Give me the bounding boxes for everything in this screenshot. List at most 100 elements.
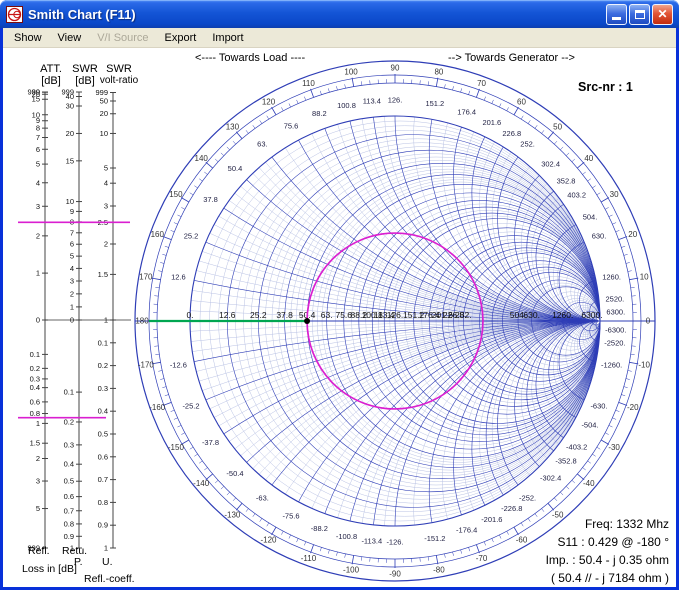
app-icon[interactable] — [6, 5, 23, 23]
svg-text:6300.: 6300. — [606, 308, 625, 317]
svg-text:3: 3 — [36, 477, 40, 486]
svg-text:0.1: 0.1 — [30, 350, 40, 359]
svg-text:5: 5 — [36, 504, 40, 513]
titlebar[interactable]: Smith Chart (F11) ✕ — [0, 0, 679, 28]
svg-text:7: 7 — [36, 133, 40, 142]
svg-text:12.6: 12.6 — [171, 273, 186, 282]
svg-text:6: 6 — [36, 145, 40, 154]
svg-text:1.5: 1.5 — [98, 270, 108, 279]
svg-text:0.4: 0.4 — [64, 460, 74, 469]
svg-text:0.5: 0.5 — [98, 430, 108, 439]
minimize-button[interactable] — [606, 3, 627, 25]
svg-text:2: 2 — [36, 454, 40, 463]
svg-text:3: 3 — [70, 277, 74, 286]
svg-text:-170: -170 — [138, 360, 155, 369]
svg-text:-20: -20 — [627, 403, 639, 412]
svg-text:30: 30 — [610, 190, 619, 199]
svg-text:151.2: 151.2 — [425, 99, 444, 108]
close-button[interactable]: ✕ — [652, 3, 673, 25]
menu-item-vi-source: V/I Source — [97, 31, 149, 44]
svg-text:-176.4: -176.4 — [456, 526, 477, 535]
svg-text:-120: -120 — [260, 536, 277, 545]
svg-text:2: 2 — [70, 289, 74, 298]
svg-text:0: 0 — [646, 317, 651, 326]
svg-text:170: 170 — [139, 273, 153, 282]
svg-text:25.2: 25.2 — [250, 310, 267, 320]
svg-text:252.: 252. — [520, 140, 535, 149]
svg-text:201.6: 201.6 — [482, 118, 501, 127]
svg-text:160: 160 — [151, 230, 165, 239]
svg-text:10: 10 — [640, 273, 649, 282]
svg-text:630.: 630. — [592, 232, 607, 241]
readout-panel: Freq: 1332 Mhz S11 : 0.429 @ -180 ° Imp.… — [546, 515, 669, 587]
svg-text:0.3: 0.3 — [30, 374, 40, 383]
svg-text:2: 2 — [36, 231, 40, 240]
svg-text:0.7: 0.7 — [64, 506, 74, 515]
svg-text:-100.8: -100.8 — [336, 532, 357, 541]
svg-text:-110: -110 — [301, 554, 317, 563]
svg-text:37.8: 37.8 — [203, 195, 218, 204]
svg-text:1: 1 — [36, 269, 40, 278]
svg-text:120: 120 — [262, 97, 276, 106]
minimize-icon — [612, 17, 621, 20]
window-title: Smith Chart (F11) — [28, 6, 136, 22]
svg-text:-40: -40 — [583, 479, 595, 488]
svg-text:50.4: 50.4 — [228, 164, 243, 173]
svg-text:-30: -30 — [608, 443, 620, 452]
svg-text:1: 1 — [70, 302, 74, 311]
svg-text:180: 180 — [135, 317, 149, 326]
svg-text:3: 3 — [36, 202, 40, 211]
swr-ratio-scale-unit: volt-ratio — [99, 75, 139, 86]
svg-text:5: 5 — [104, 164, 108, 173]
svg-text:88.2: 88.2 — [312, 109, 327, 118]
svg-text:0.4: 0.4 — [98, 407, 108, 416]
footer-loss: Loss in [dB] — [22, 563, 77, 575]
svg-text:40: 40 — [66, 92, 74, 101]
svg-text:-88.2: -88.2 — [311, 524, 328, 533]
svg-text:0.2: 0.2 — [30, 364, 40, 373]
menu-item-view[interactable]: View — [50, 30, 90, 46]
menu-item-import[interactable]: Import — [204, 30, 251, 46]
svg-text:3: 3 — [104, 202, 108, 211]
svg-text:-100: -100 — [343, 566, 360, 575]
svg-text:100.8: 100.8 — [337, 101, 356, 110]
svg-text:0: 0 — [36, 316, 40, 325]
footer-refl: Refl. — [28, 545, 50, 557]
svg-text:-130: -130 — [224, 510, 241, 519]
towards-load-label: <---- Towards Load ---- — [195, 52, 306, 64]
svg-text:15: 15 — [32, 95, 40, 104]
svg-text:113.4: 113.4 — [363, 97, 381, 106]
svg-text:0.: 0. — [186, 310, 193, 320]
svg-text:0.5: 0.5 — [64, 477, 74, 486]
svg-text:4: 4 — [70, 264, 74, 273]
readout-s11: S11 : 0.429 @ -180 ° — [557, 535, 670, 549]
svg-text:-2520.: -2520. — [604, 339, 625, 348]
menu-item-show[interactable]: Show — [6, 30, 50, 46]
svg-text:15: 15 — [66, 156, 74, 165]
menu-item-export[interactable]: Export — [157, 30, 205, 46]
svg-text:0.9: 0.9 — [64, 532, 74, 541]
svg-text:302.4: 302.4 — [541, 160, 560, 169]
close-icon: ✕ — [657, 7, 668, 21]
svg-text:12.6: 12.6 — [219, 310, 236, 320]
svg-text:-113.4: -113.4 — [361, 536, 382, 545]
svg-text:70: 70 — [477, 79, 486, 88]
svg-text:8: 8 — [36, 124, 40, 133]
svg-text:4: 4 — [104, 179, 108, 188]
svg-text:-90: -90 — [389, 570, 401, 579]
svg-text:126.: 126. — [387, 310, 404, 320]
svg-text:-150: -150 — [168, 443, 185, 452]
app-window: Smith Chart (F11) ✕ Show View V/I Source… — [0, 0, 679, 590]
menubar: Show View V/I Source Export Import — [3, 28, 676, 48]
readout-imp: Imp. : 50.4 - j 0.35 ohm — [545, 553, 669, 567]
svg-text:0.1: 0.1 — [98, 338, 108, 347]
svg-text:-10: -10 — [638, 360, 650, 369]
svg-text:403.2: 403.2 — [567, 191, 586, 200]
svg-text:-630.: -630. — [590, 402, 607, 411]
maximize-button[interactable] — [629, 3, 650, 25]
svg-text:630.: 630. — [523, 310, 540, 320]
svg-text:0.6: 0.6 — [30, 397, 40, 406]
svg-text:0.1: 0.1 — [64, 388, 74, 397]
svg-text:1: 1 — [104, 544, 108, 553]
svg-text:5: 5 — [70, 252, 74, 261]
